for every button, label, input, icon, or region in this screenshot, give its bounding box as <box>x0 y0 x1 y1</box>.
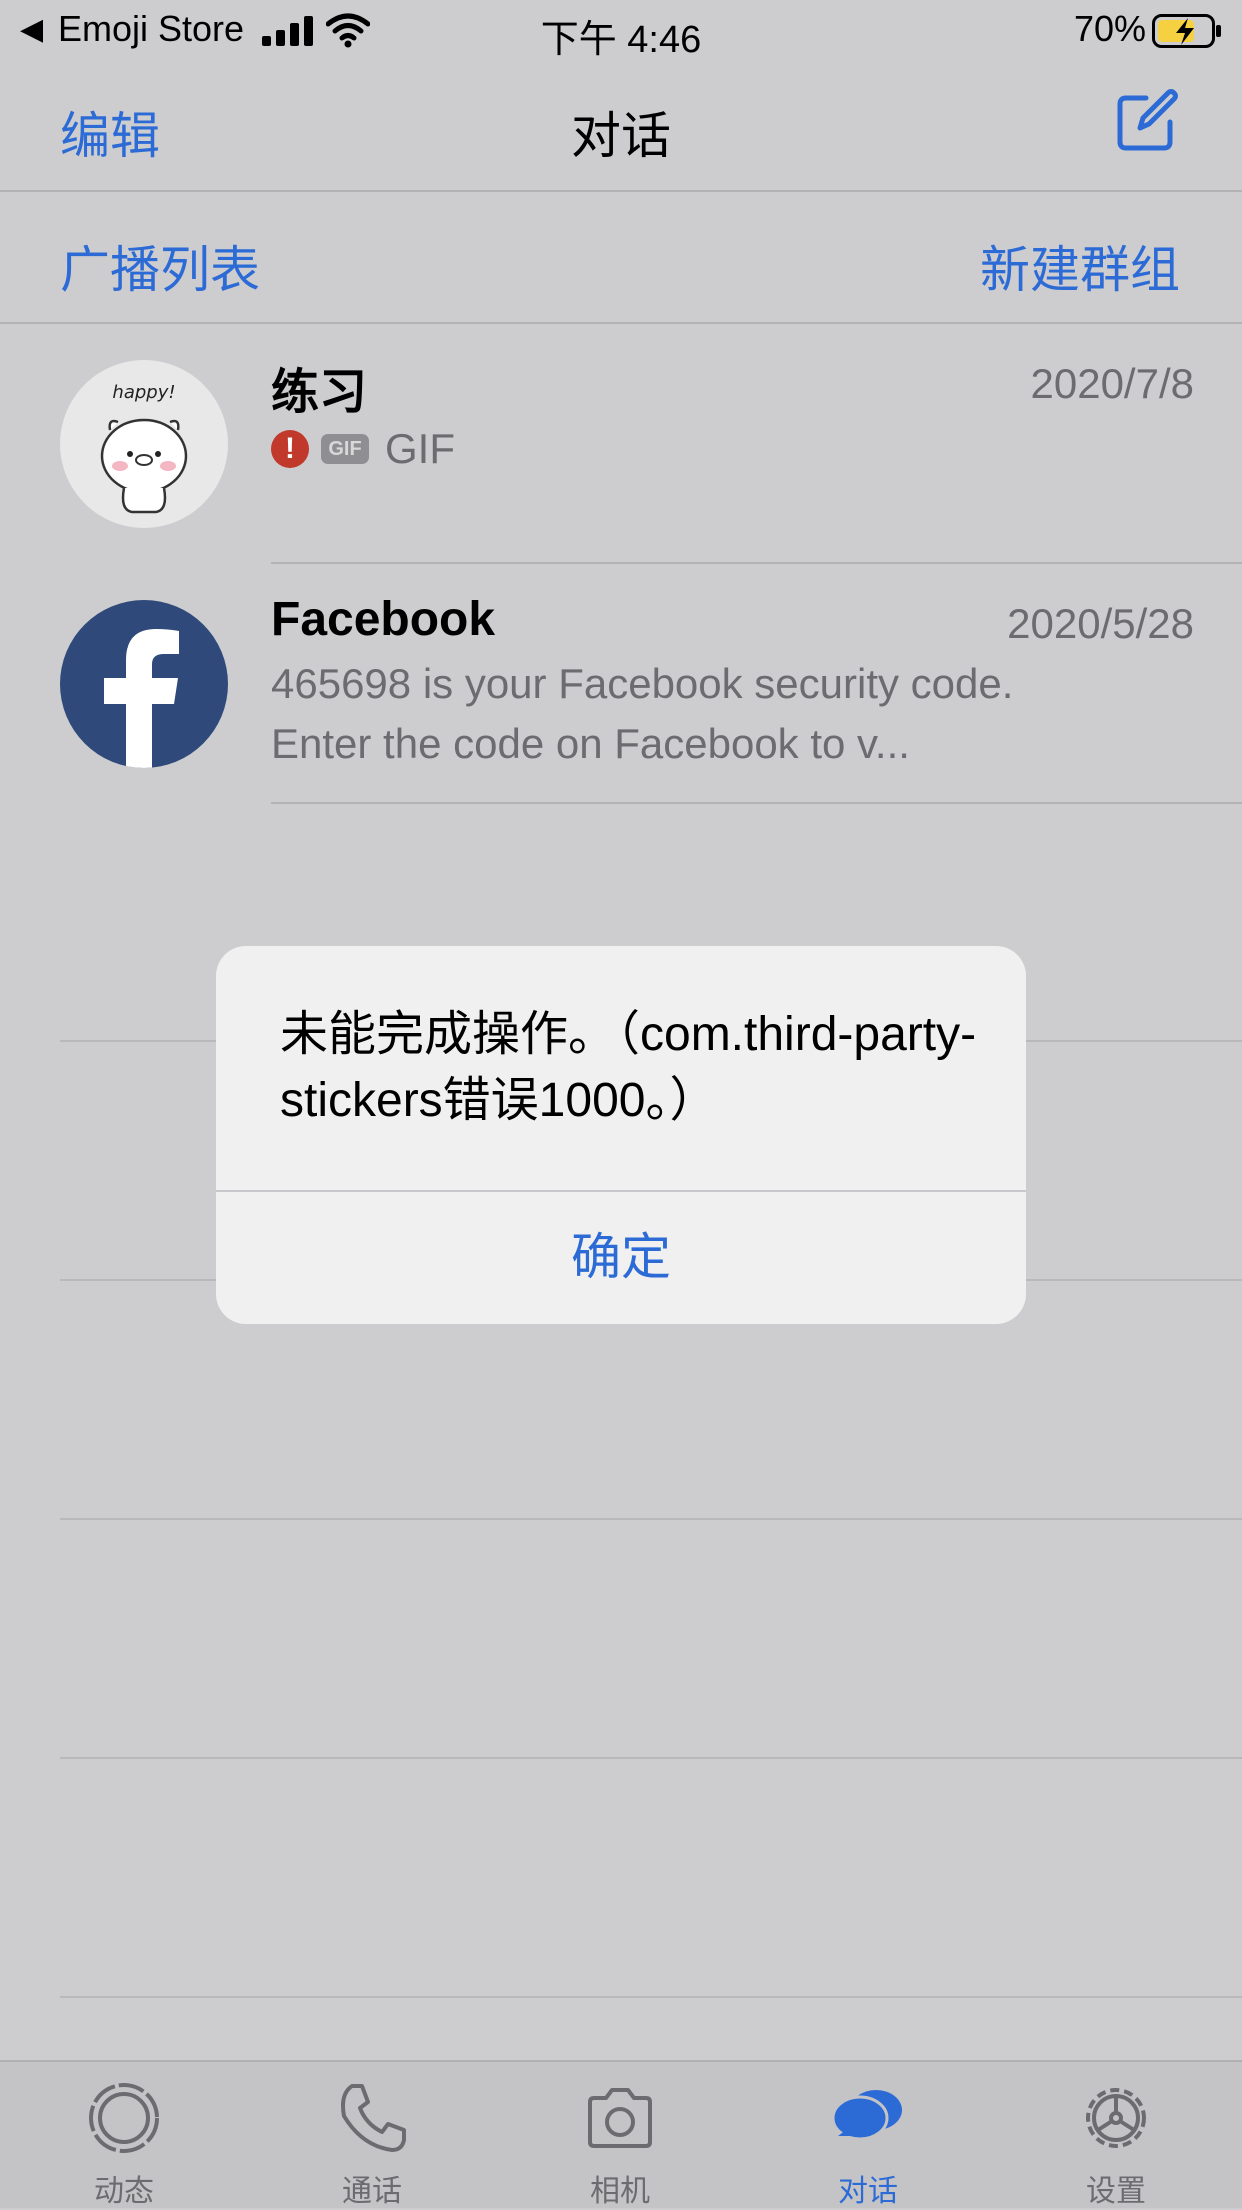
gif-badge: GIF <box>321 433 369 464</box>
row-separator <box>271 802 1242 804</box>
new-group-button[interactable]: 新建群组 <box>980 230 1180 302</box>
chat-row-facebook[interactable]: Facebook 2020/5/28 465698 is your Facebo… <box>0 564 1242 804</box>
status-icon <box>89 2083 159 2153</box>
chats-icon <box>831 2090 902 2141</box>
facebook-logo-icon <box>104 629 179 768</box>
status-time: 下午 4:46 <box>540 19 702 61</box>
avatar-pig: happy! <box>60 360 228 528</box>
list-separator <box>60 1518 1242 1520</box>
tab-camera[interactable]: 相机 <box>496 2062 744 2210</box>
battery-percent: 70% <box>1073 8 1146 49</box>
chat-name: Facebook <box>271 593 496 646</box>
navigation-bar: 编辑 对话 <box>0 64 1242 192</box>
chat-preview: ! GIF GIF <box>271 416 1121 479</box>
avatar-facebook <box>60 600 228 768</box>
chat-preview-text: 465698 is your Facebook security code. E… <box>271 660 1014 767</box>
tab-label: 设置 <box>1086 2175 1146 2208</box>
page-title: 对话 <box>571 108 671 164</box>
tab-label: 相机 <box>590 2175 650 2208</box>
phone-icon <box>341 2084 406 2152</box>
tab-label: 对话 <box>838 2175 898 2208</box>
list-separator <box>60 1996 1242 1998</box>
tab-settings[interactable]: 设置 <box>992 2062 1240 2210</box>
svg-text:happy!: happy! <box>112 382 175 403</box>
list-separator <box>60 1757 1242 1759</box>
compose-icon[interactable] <box>1116 88 1180 152</box>
camera-icon <box>588 2088 652 2148</box>
status-bar: ◀ Emoji Store 下午 4:46 70% <box>0 0 1242 64</box>
tab-status[interactable]: 动态 <box>0 2062 248 2210</box>
settings-icon <box>1086 2088 1146 2148</box>
happy-pig-sticker-icon: happy! <box>100 382 188 514</box>
tab-label: 通话 <box>342 2175 402 2208</box>
alert-message: 未能完成操作。（com.third-party-stickers错误1000。） <box>280 1008 977 1127</box>
list-actions-bar: 广播列表 新建群组 <box>0 192 1242 324</box>
error-icon: ! <box>271 429 309 468</box>
chat-date: 2020/5/28 <box>1007 600 1194 647</box>
chat-name: 练习 <box>271 366 368 419</box>
chat-preview-text: GIF <box>385 424 455 472</box>
tab-label: 动态 <box>94 2175 154 2208</box>
error-alert-dialog: 未能完成操作。（com.third-party-stickers错误1000。）… <box>216 946 1026 1324</box>
alert-ok-button[interactable]: 确定 <box>216 1190 1026 1324</box>
tab-calls[interactable]: 通话 <box>248 2062 496 2210</box>
chat-row-practice[interactable]: happy! 练习 2020/7/8 ! GIF GIF <box>0 324 1242 564</box>
tab-chats[interactable]: 对话 <box>744 2062 992 2210</box>
tab-bar: 动态 通话 相机 对话 设置 <box>0 2060 1242 2208</box>
chat-date: 2020/7/8 <box>1030 360 1195 407</box>
battery-charging-icon <box>1152 14 1221 48</box>
broadcast-list-button[interactable]: 广播列表 <box>60 230 260 302</box>
